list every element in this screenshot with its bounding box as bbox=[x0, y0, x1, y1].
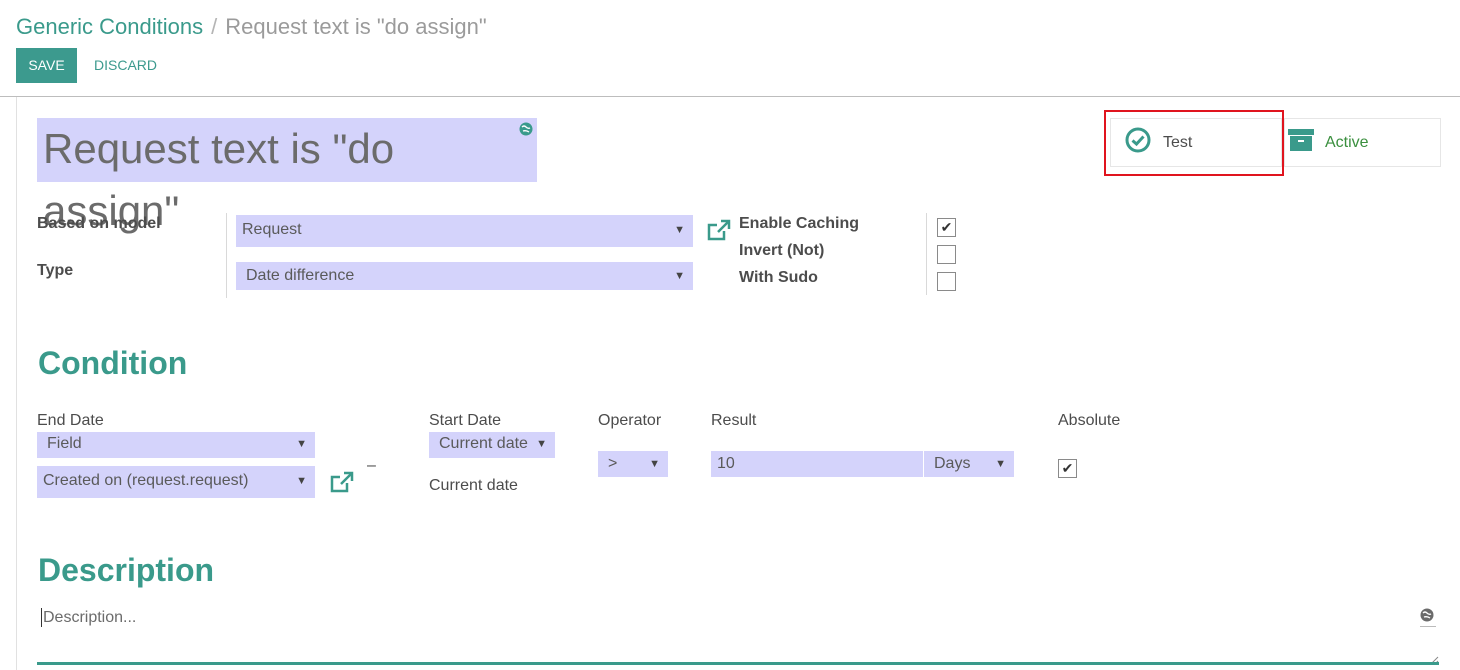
description-focus-border bbox=[37, 662, 1439, 665]
enable-caching-checkbox[interactable]: ✔ bbox=[937, 218, 956, 237]
highlight-box bbox=[1104, 110, 1284, 176]
breadcrumb: Generic Conditions / Request text is "do… bbox=[16, 12, 487, 42]
enable-caching-label: Enable Caching bbox=[739, 215, 860, 232]
result-value: 10 bbox=[717, 455, 735, 472]
chevron-down-icon: ▼ bbox=[674, 270, 685, 282]
text-cursor bbox=[41, 608, 42, 627]
minus-separator: – bbox=[367, 457, 376, 474]
with-sudo-label: With Sudo bbox=[739, 269, 818, 286]
translate-globe-icon[interactable] bbox=[519, 122, 533, 141]
translate-globe-icon[interactable] bbox=[1420, 608, 1434, 627]
sheet-border bbox=[16, 97, 17, 670]
external-link-icon[interactable] bbox=[707, 219, 731, 246]
chevron-down-icon: ▼ bbox=[296, 475, 307, 487]
external-link-icon[interactable] bbox=[330, 471, 354, 498]
chevron-down-icon: ▼ bbox=[674, 224, 685, 236]
based-on-model-value: Request bbox=[242, 221, 302, 238]
operator-label: Operator bbox=[598, 412, 662, 429]
absolute-label: Absolute bbox=[1058, 412, 1121, 429]
description-heading: Description bbox=[38, 552, 215, 588]
breadcrumb-current: Request text is "do assign" bbox=[225, 14, 487, 39]
label-separator-right bbox=[926, 213, 927, 295]
record-title-input[interactable]: Request text is "do assign" bbox=[37, 118, 537, 234]
chevron-down-icon: ▼ bbox=[296, 438, 307, 450]
discard-button[interactable]: DISCARD bbox=[94, 48, 157, 83]
chevron-down-icon: ▼ bbox=[649, 458, 660, 470]
type-label: Type bbox=[37, 262, 74, 279]
chevron-down-icon: ▼ bbox=[536, 438, 547, 450]
breadcrumb-parent-link[interactable]: Generic Conditions bbox=[16, 14, 203, 40]
based-on-model-select[interactable]: Request ▼ bbox=[236, 215, 693, 247]
operator-value: > bbox=[608, 455, 618, 472]
end-date-type-select[interactable]: Field ▼ bbox=[37, 432, 315, 458]
start-date-type-select[interactable]: Current date ▼ bbox=[429, 432, 555, 458]
start-date-type-value: Current date bbox=[439, 435, 528, 452]
label-separator bbox=[226, 213, 227, 298]
end-date-type-value: Field bbox=[47, 435, 82, 452]
active-label: Active bbox=[1325, 133, 1369, 151]
save-button[interactable]: SAVE bbox=[16, 48, 77, 83]
form-view: Generic Conditions / Request text is "do… bbox=[0, 0, 1460, 670]
operator-select[interactable]: > ▼ bbox=[598, 451, 668, 477]
end-date-label: End Date bbox=[37, 412, 104, 429]
start-date-value: Current date bbox=[429, 477, 518, 494]
invert-label: Invert (Not) bbox=[739, 242, 825, 259]
description-textarea[interactable]: Description... bbox=[43, 609, 136, 627]
with-sudo-checkbox[interactable] bbox=[937, 272, 956, 291]
absolute-checkbox[interactable]: ✔ bbox=[1058, 459, 1077, 478]
result-label: Result bbox=[711, 412, 757, 429]
condition-heading: Condition bbox=[38, 345, 188, 381]
resize-handle-icon[interactable] bbox=[1429, 652, 1439, 670]
end-date-field-select[interactable]: Created on (request.request) ▼ bbox=[37, 466, 315, 498]
archive-icon bbox=[1287, 127, 1315, 158]
toolbar-divider bbox=[0, 96, 1460, 97]
globe-underline bbox=[1420, 626, 1436, 627]
type-select[interactable]: Date difference ▼ bbox=[236, 262, 693, 290]
breadcrumb-separator: / bbox=[211, 14, 218, 39]
type-value: Date difference bbox=[246, 267, 355, 284]
end-date-field-value: Created on (request.request) bbox=[43, 472, 249, 489]
based-on-model-label: Based on model bbox=[37, 215, 161, 232]
result-unit-select[interactable]: Days ▼ bbox=[924, 451, 1014, 477]
result-unit-value: Days bbox=[934, 455, 971, 472]
invert-checkbox[interactable] bbox=[937, 245, 956, 264]
result-input[interactable]: 10 bbox=[711, 451, 923, 477]
active-toggle-button[interactable]: Active bbox=[1284, 118, 1441, 167]
start-date-label: Start Date bbox=[429, 412, 502, 429]
chevron-down-icon: ▼ bbox=[995, 458, 1006, 470]
